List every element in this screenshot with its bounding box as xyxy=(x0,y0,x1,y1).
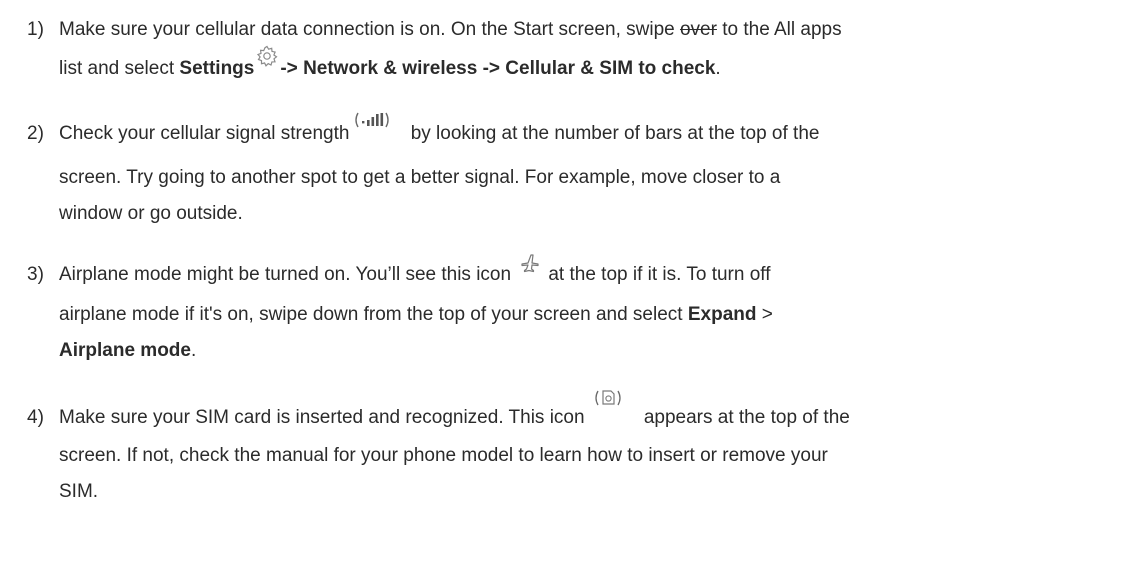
instructions-document: 1) Make sure your cellular data connecti… xyxy=(0,0,1123,576)
step-number: 2) xyxy=(27,123,44,144)
step-number: 4) xyxy=(27,407,44,428)
cellular-sim-label: Cellular & SIM to check xyxy=(505,58,716,79)
step-1-line-1: Make sure your cellular data connection … xyxy=(59,19,842,40)
gear-icon xyxy=(255,44,279,68)
struck-word: over xyxy=(679,19,717,40)
sim-card-icon xyxy=(593,389,623,411)
expand-label: Expand xyxy=(687,304,757,325)
step-number: 3) xyxy=(27,264,44,285)
signal-strength-icon xyxy=(353,111,391,129)
step-1-line-2: list and select Settings -> Network & wi… xyxy=(59,45,721,87)
settings-label: Settings xyxy=(179,58,255,79)
step-2-line-3: window or go outside. xyxy=(59,203,243,224)
step-4-line-2: screen. If not, check the manual for you… xyxy=(59,445,828,466)
step-4-line-3: SIM. xyxy=(59,481,99,502)
airplane-mode-label: Airplane mode xyxy=(59,340,191,361)
step-3-line-1: Airplane mode might be turned on. You’ll… xyxy=(59,254,771,293)
airplane-icon xyxy=(519,252,541,274)
network-wireless-label: Network & wireless xyxy=(303,58,478,79)
step-number: 1) xyxy=(27,19,44,40)
step-2-line-1: Check your cellular signal strength by l… xyxy=(59,112,819,152)
step-3-line-2: airplane mode if it's on, swipe down fro… xyxy=(59,304,773,325)
step-4-line-1: Make sure your SIM card is inserted and … xyxy=(59,390,850,436)
step-3-line-3: Airplane mode. xyxy=(59,340,197,361)
step-2-line-2: screen. Try going to another spot to get… xyxy=(59,167,781,188)
